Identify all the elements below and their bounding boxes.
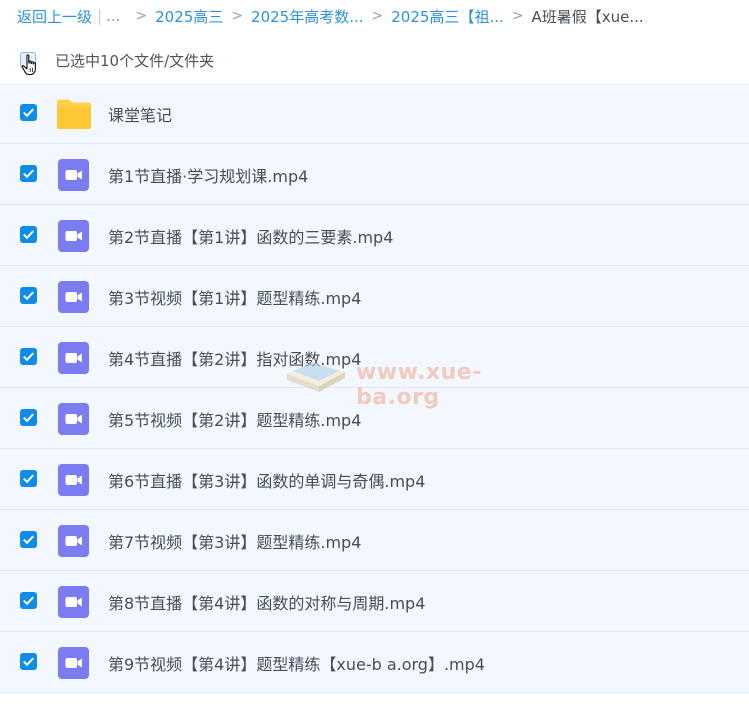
row-checkbox[interactable] (20, 348, 37, 365)
checkmark-icon (23, 169, 34, 179)
file-row-video[interactable]: 第1节直播·学习规划课.mp4 (0, 144, 749, 205)
row-checkbox[interactable] (20, 226, 37, 243)
file-row-video[interactable]: 第2节直播【第1讲】函数的三要素.mp4 (0, 205, 749, 266)
checkmark-icon (23, 413, 34, 423)
file-row-video[interactable]: 第5节视频【第2讲】题型精练.mp4 (0, 388, 749, 449)
breadcrumb-item-gaosan-zu[interactable]: 2025高三【祖... (391, 6, 503, 27)
file-name[interactable]: 第1节直播·学习规划课.mp4 (108, 163, 308, 187)
file-row-video[interactable]: 第6节直播【第3讲】函数的单调与奇偶.mp4 (0, 449, 749, 510)
file-row-video[interactable]: 第9节视频【第4讲】题型精练【xue-b a.org】.mp4 (0, 632, 749, 693)
video-file-icon (58, 586, 89, 618)
hand-cursor-icon (21, 54, 36, 76)
checkmark-icon (23, 657, 34, 667)
file-name[interactable]: 第9节视频【第4讲】题型精练【xue-b a.org】.mp4 (108, 651, 485, 675)
breadcrumb-divider: | (97, 7, 103, 25)
video-file-icon (58, 281, 89, 313)
row-checkbox[interactable] (20, 165, 37, 182)
file-name[interactable]: 第4节直播【第2讲】指对函数.mp4 (108, 346, 361, 370)
file-name[interactable]: 第8节直播【第4讲】函数的对称与周期.mp4 (108, 590, 425, 614)
breadcrumb-item-2025-gaosan[interactable]: 2025高三 (155, 6, 223, 27)
file-name[interactable]: 第2节直播【第1讲】函数的三要素.mp4 (108, 224, 393, 248)
row-checkbox[interactable] (20, 104, 37, 121)
file-name[interactable]: 第6节直播【第3讲】函数的单调与奇偶.mp4 (108, 468, 425, 492)
file-name[interactable]: 课堂笔记 (108, 102, 172, 126)
breadcrumb-separator-icon: > (135, 8, 148, 24)
row-checkbox[interactable] (20, 653, 37, 670)
video-file-icon (58, 220, 89, 252)
checkmark-icon (23, 230, 34, 240)
checkmark-icon (23, 474, 34, 484)
video-file-icon (58, 403, 89, 435)
checkmark-icon (23, 108, 34, 118)
selection-header: 已选中10个文件/文件夹 (0, 40, 749, 80)
file-name[interactable]: 第7节视频【第3讲】题型精练.mp4 (108, 529, 361, 553)
file-name[interactable]: 第3节视频【第1讲】题型精练.mp4 (108, 285, 361, 309)
breadcrumb: 返回上一级 | ... > 2025高三 > 2025年高考数... > 202… (17, 5, 742, 27)
file-list: 课堂笔记 第1节直播·学习规划课.mp4 第2节直播【第1讲】函数的三要素.mp… (0, 83, 749, 693)
video-file-icon (58, 525, 89, 557)
breadcrumb-current: A班暑假【xue... (531, 7, 644, 26)
file-row-video[interactable]: 第7节视频【第3讲】题型精练.mp4 (0, 510, 749, 571)
row-checkbox[interactable] (20, 592, 37, 609)
checkmark-icon (23, 291, 34, 301)
checkmark-icon (23, 596, 34, 606)
breadcrumb-separator-icon: > (371, 8, 384, 24)
folder-icon (57, 99, 91, 129)
back-link[interactable]: 返回上一级 (17, 6, 92, 27)
file-row-folder[interactable]: 课堂笔记 (0, 83, 749, 144)
row-checkbox[interactable] (20, 409, 37, 426)
breadcrumb-item-gaokao-math[interactable]: 2025年高考数... (251, 6, 363, 27)
breadcrumb-separator-icon: > (511, 8, 524, 24)
file-row-video[interactable]: 第3节视频【第1讲】题型精练.mp4 (0, 266, 749, 327)
row-checkbox[interactable] (20, 287, 37, 304)
file-row-video[interactable]: 第4节直播【第2讲】指对函数.mp4 (0, 327, 749, 388)
checkmark-icon (23, 535, 34, 545)
file-name[interactable]: 第5节视频【第2讲】题型精练.mp4 (108, 407, 361, 431)
checkmark-icon (23, 352, 34, 362)
video-file-icon (58, 647, 89, 679)
selection-count-label: 已选中10个文件/文件夹 (55, 52, 215, 70)
file-row-video[interactable]: 第8节直播【第4讲】函数的对称与周期.mp4 (0, 571, 749, 632)
breadcrumb-ellipsis[interactable]: ... (106, 7, 120, 25)
video-file-icon (58, 159, 89, 191)
video-file-icon (58, 342, 89, 374)
breadcrumb-separator-icon: > (231, 8, 244, 24)
row-checkbox[interactable] (20, 531, 37, 548)
video-file-icon (58, 464, 89, 496)
row-checkbox[interactable] (20, 470, 37, 487)
